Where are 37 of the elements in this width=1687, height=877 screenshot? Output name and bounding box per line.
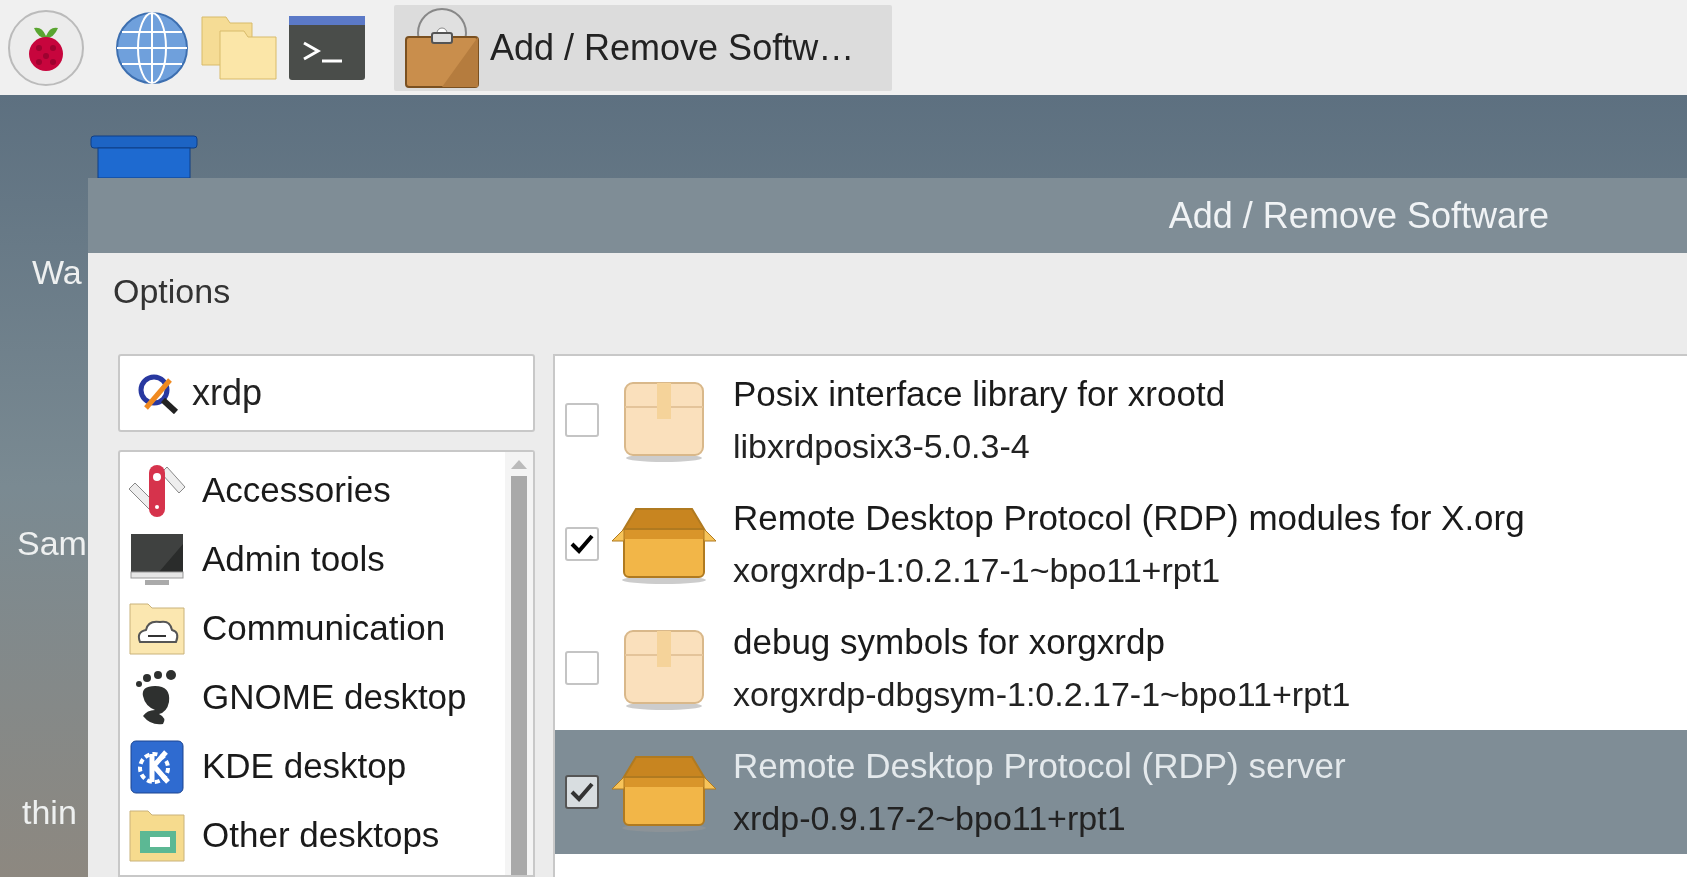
search-field[interactable]: xrdp — [118, 354, 535, 432]
package-name: Remote Desktop Protocol (RDP) server — [733, 745, 1346, 787]
package-name: Posix interface library for xrootd — [733, 373, 1226, 415]
category-item[interactable]: KDE desktop — [120, 732, 505, 801]
gear-k-icon — [130, 739, 184, 794]
window-title: Add / Remove Software — [1168, 193, 1549, 238]
category-item[interactable]: Other desktops — [120, 801, 505, 870]
terminal-icon[interactable] — [288, 14, 366, 81]
category-item[interactable]: Communication — [120, 594, 505, 663]
category-item[interactable]: GNOME desktop — [120, 663, 505, 732]
pocket-knife-icon — [127, 462, 187, 519]
package-version: xorgxrdp-dbgsym-1:0.2.17-1~bpo11+rpt1 — [733, 674, 1351, 715]
checkbox[interactable] — [565, 775, 599, 809]
package-version: libxrdposix3-5.0.3-4 — [733, 426, 1031, 467]
monitor-icon — [129, 531, 185, 588]
package-version: xorgxrdp-1:0.2.17-1~bpo11+rpt1 — [733, 550, 1222, 591]
package-name: Remote Desktop Protocol (RDP) modules for X.org — [733, 497, 1525, 539]
taskbar-task-button[interactable]: Add / Remove Softw… — [394, 4, 892, 91]
scroll-up-icon[interactable] — [509, 458, 529, 470]
cloud-folder-icon — [128, 601, 186, 656]
category-item[interactable]: Accessories — [120, 456, 505, 525]
raspberry-icon[interactable] — [6, 7, 86, 88]
package-version: xrdp-0.9.17-2~bpo11+rpt1 — [733, 798, 1127, 839]
checkbox[interactable] — [565, 651, 599, 685]
window-folder-icon — [128, 808, 186, 863]
package-name: debug symbols for xorgxrdp — [733, 621, 1166, 663]
folder-icon[interactable] — [200, 14, 278, 81]
desktop-icon-label[interactable]: Wa — [32, 250, 82, 294]
trash-icon[interactable] — [90, 135, 198, 178]
globe-icon[interactable] — [114, 9, 190, 86]
scrollbar[interactable] — [505, 452, 533, 875]
package-row[interactable]: Remote Desktop Protocol (RDP) server xrdp-0.9.17-2~bpo11+rpt1 — [555, 730, 1687, 854]
checkbox[interactable] — [565, 527, 599, 561]
menu-item[interactable]: Options — [105, 266, 239, 317]
category-item[interactable]: Admin tools — [120, 525, 505, 594]
software-package-icon — [402, 6, 482, 89]
checkbox[interactable] — [565, 403, 599, 437]
